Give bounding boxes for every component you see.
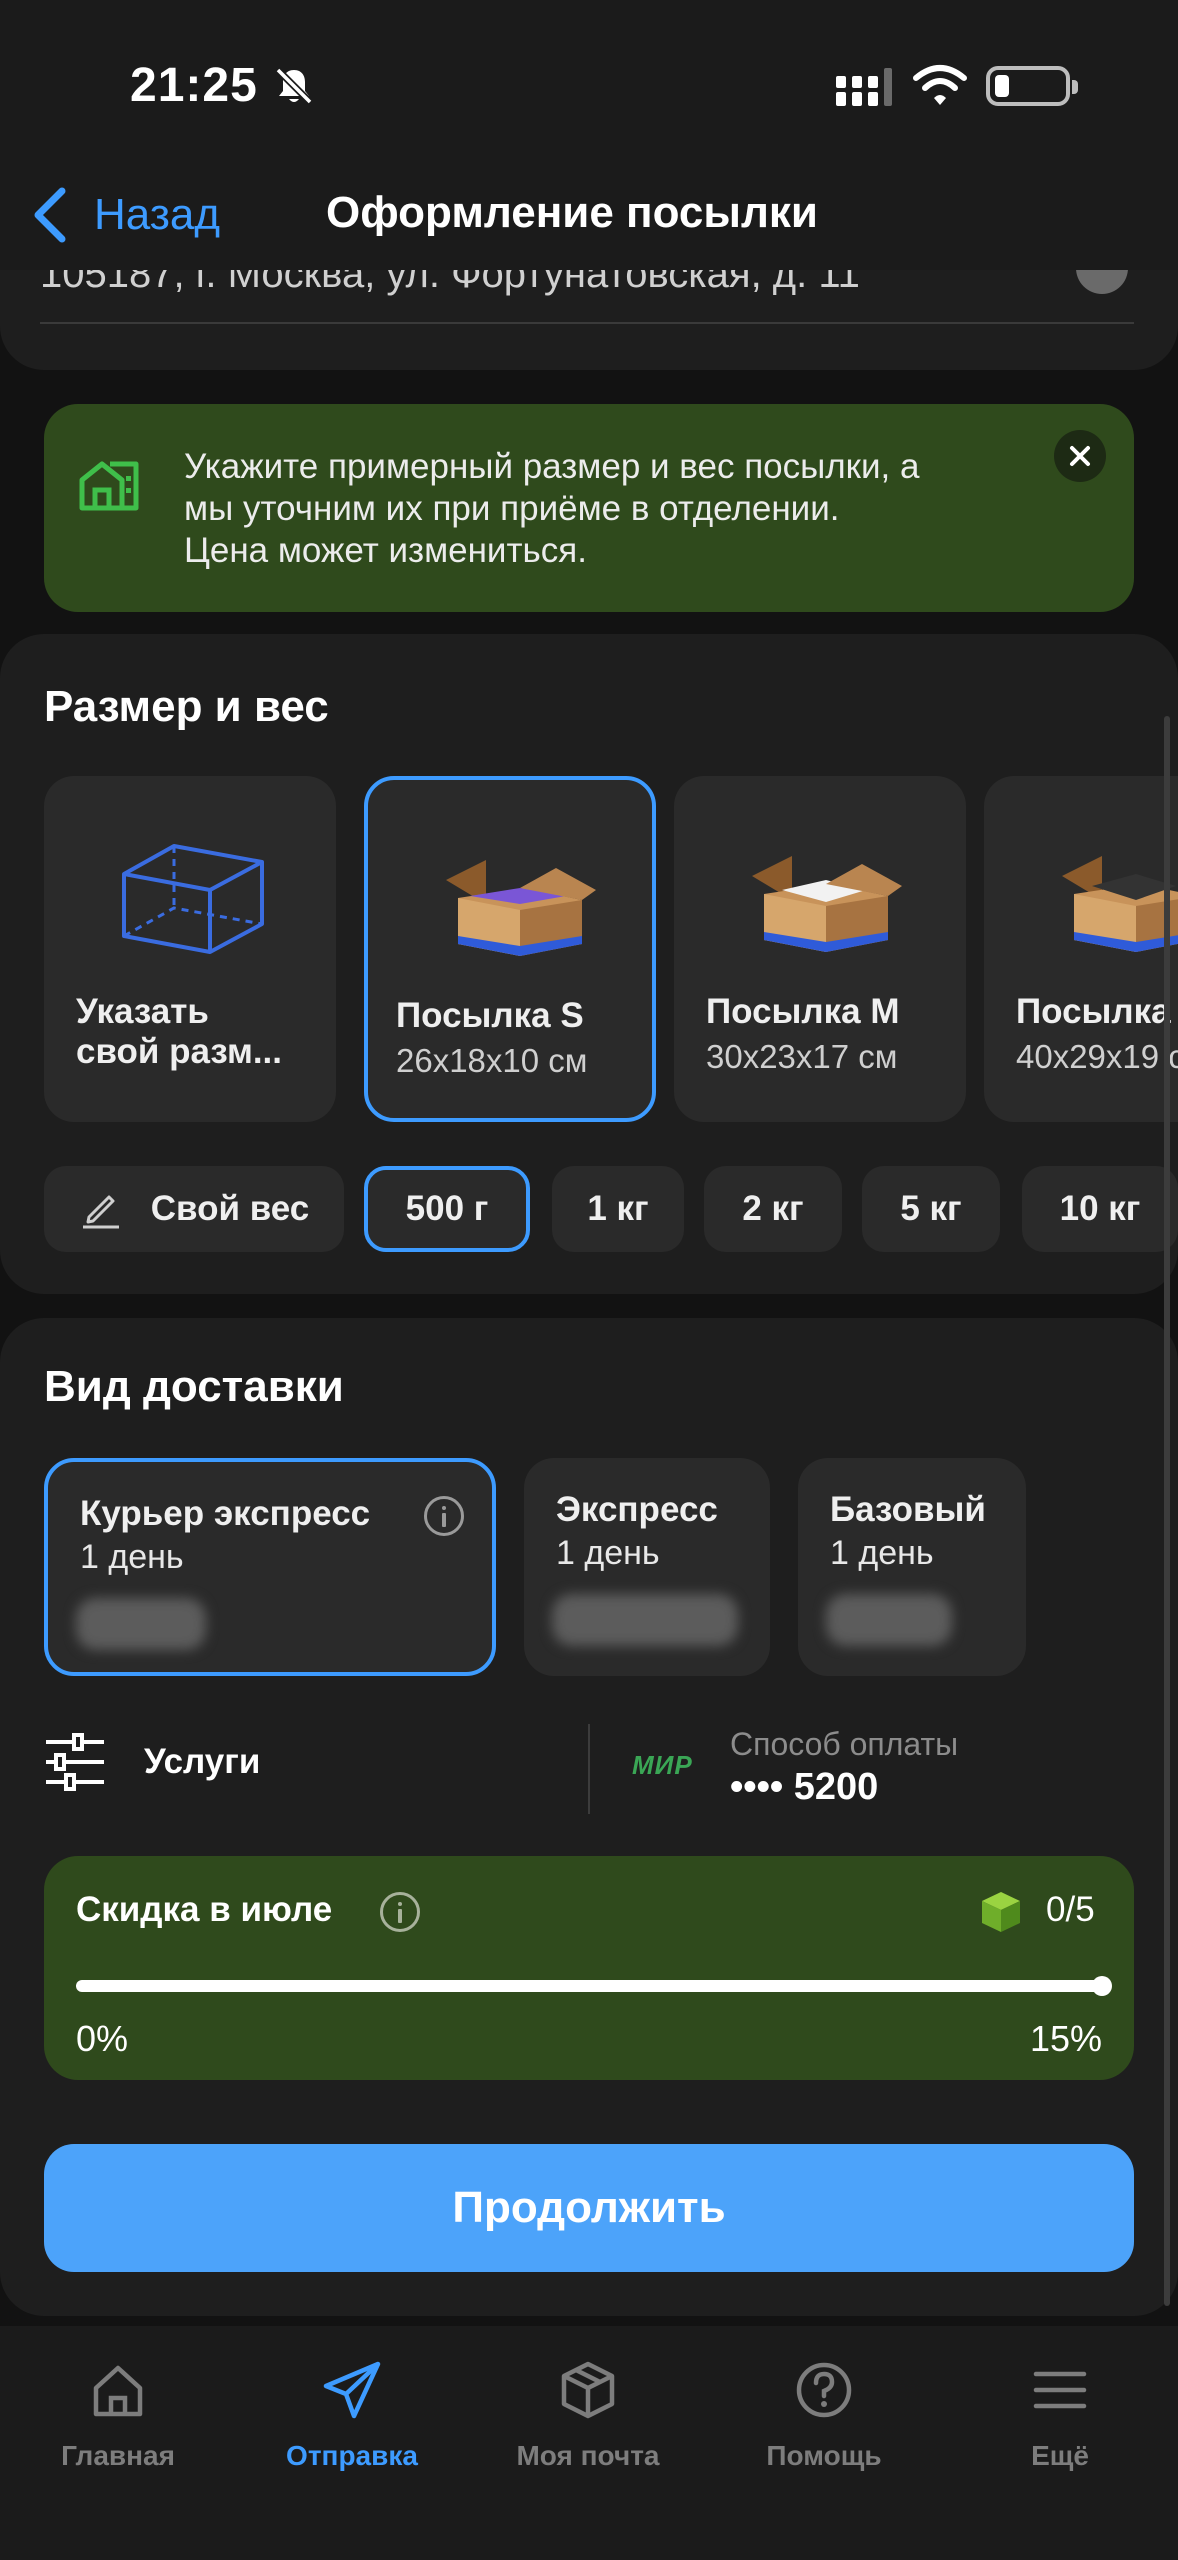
info-icon[interactable] [424,1496,464,1536]
size-card-label: Указать свой разм... [76,992,283,1071]
weight-chips: Свой вес 500 г 1 кг 2 кг 5 кг 10 кг [0,1166,1178,1256]
open-box-icon [752,856,902,952]
size-card-dims: 40x29x19 см [1016,1038,1178,1075]
page-title: Оформление посылки [326,188,818,237]
discount-title: Скидка в июле [76,1890,333,1929]
payment-card-number[interactable]: •••• 5200 [730,1766,878,1809]
tab-more[interactable]: Ещё [960,2358,1160,2472]
delivery-option-name: Базовый [830,1490,986,1529]
status-time: 21:25 [130,59,258,112]
house-icon [79,461,139,511]
size-card-label: Посылка L [1016,992,1171,1031]
tab-label: Главная [61,2440,175,2471]
close-banner-button[interactable] [1054,430,1106,482]
weight-chip-2kg[interactable]: 2 кг [704,1166,842,1252]
delivery-price-blurred [552,1594,738,1646]
size-card-custom[interactable]: Указать свой разм... [44,776,336,1122]
weight-chip-label: 5 кг [900,1189,962,1228]
payment-method-caption[interactable]: Способ оплаты [730,1726,958,1763]
wireframe-box-icon [122,844,264,954]
discount-max-label: 15% [1029,2018,1102,2059]
divider [588,1724,590,1814]
custom-weight-chip[interactable]: Свой вес [44,1166,344,1252]
home-icon [93,2365,143,2417]
tab-label: Отправка [286,2440,418,2471]
discount-count: 0/5 [1046,1890,1095,1929]
size-card-s[interactable]: Посылка S 26x18x10 см [364,776,656,1122]
size-card-dims: 30x23x17 см [706,1038,898,1075]
info-icon[interactable] [380,1892,420,1932]
delivery-section-title: Вид доставки [44,1362,344,1411]
tab-label: Помощь [766,2440,882,2471]
size-card-label: Посылка M [706,992,900,1031]
weight-chip-label: 10 кг [1059,1189,1141,1228]
tab-bar: Главная Отправка Моя почта Помощь Ещё [0,2326,1178,2560]
size-card-dims: 26x18x10 см [396,1042,588,1079]
services-button[interactable]: Услуги [44,1732,260,1792]
delivery-option-days: 1 день [556,1534,660,1572]
delivery-price-blurred [76,1598,206,1650]
delivery-option-express[interactable]: Экспресс 1 день [524,1458,770,1676]
delivery-option-basic[interactable]: Базовый 1 день [798,1458,1026,1676]
sliders-icon [46,1733,104,1791]
delivery-section: Вид доставки Курьер экспресс 1 день Эксп… [0,1318,1178,2316]
battery-icon [986,66,1078,106]
tab-help[interactable]: Помощь [724,2358,924,2472]
delivery-option-days: 1 день [80,1538,184,1576]
wifi-icon [913,65,967,105]
size-weight-section: Размер и вес Указать свой разм... Посылк… [0,634,1178,1294]
close-icon [1070,446,1090,466]
open-box-icon [446,860,596,956]
tab-send[interactable]: Отправка [252,2358,452,2472]
tab-home[interactable]: Главная [18,2358,218,2472]
tab-label: Моя почта [516,2440,660,2471]
info-banner: Укажите примерный размер и вес посылки, … [44,404,1134,612]
tab-my-mail[interactable]: Моя почта [488,2358,688,2472]
pencil-icon [82,1195,119,1229]
size-card-m[interactable]: Посылка M 30x23x17 см [674,776,966,1122]
paper-plane-icon [323,2361,381,2419]
discount-min-label: 0% [76,2018,129,2059]
size-section-title: Размер и вес [44,682,329,731]
help-icon [796,2362,852,2418]
size-card-l[interactable]: Посылка L 40x29x19 см [984,776,1178,1122]
discount-progress-knob [1092,1976,1112,1996]
mir-logo: МИР [632,1750,693,1780]
delivery-option-courier-express[interactable]: Курьер экспресс 1 день [44,1458,496,1676]
status-bar: 21:25 [0,0,1178,170]
divider [40,322,1134,324]
weight-chip-5kg[interactable]: 5 кг [862,1166,1000,1252]
weight-chip-label: 2 кг [742,1189,804,1228]
weight-chip-10kg[interactable]: 10 кг [1022,1166,1178,1252]
delivery-option-name: Экспресс [556,1490,718,1529]
weight-chip-label: Свой вес [150,1189,310,1228]
discount-banner: Скидка в июле 0/5 0% 15% [44,1856,1134,2080]
discount-progress-fill [76,1980,1102,1992]
size-card-label: Посылка S [396,996,584,1035]
back-button[interactable]: Назад [32,180,220,250]
green-box-icon [982,1892,1020,1932]
open-box-icon [1062,856,1178,952]
package-icon [561,2361,615,2419]
back-label: Назад [94,190,221,239]
weight-chip-500g[interactable]: 500 г [364,1166,530,1252]
discount-progress-bar [76,1976,1112,1996]
delivery-option-name: Курьер экспресс [80,1494,371,1533]
nav-header: Назад Оформление посылки [0,170,1178,270]
weight-chip-1kg[interactable]: 1 кг [552,1166,684,1252]
signal-icon [836,68,892,106]
bell-off-icon [275,67,313,105]
delivery-price-blurred [826,1594,952,1646]
tab-label: Ещё [1031,2440,1089,2471]
chevron-left-icon [34,187,66,243]
scrollbar[interactable] [1164,716,1170,2306]
menu-icon [1033,2371,1087,2409]
info-banner-text: Укажите примерный размер и вес посылки, … [184,447,920,570]
continue-button[interactable]: Продолжить [44,2144,1134,2272]
weight-chip-label: 500 г [405,1189,489,1228]
delivery-option-days: 1 день [830,1534,934,1572]
weight-chip-label: 1 кг [587,1189,649,1228]
services-label: Услуги [144,1742,261,1781]
